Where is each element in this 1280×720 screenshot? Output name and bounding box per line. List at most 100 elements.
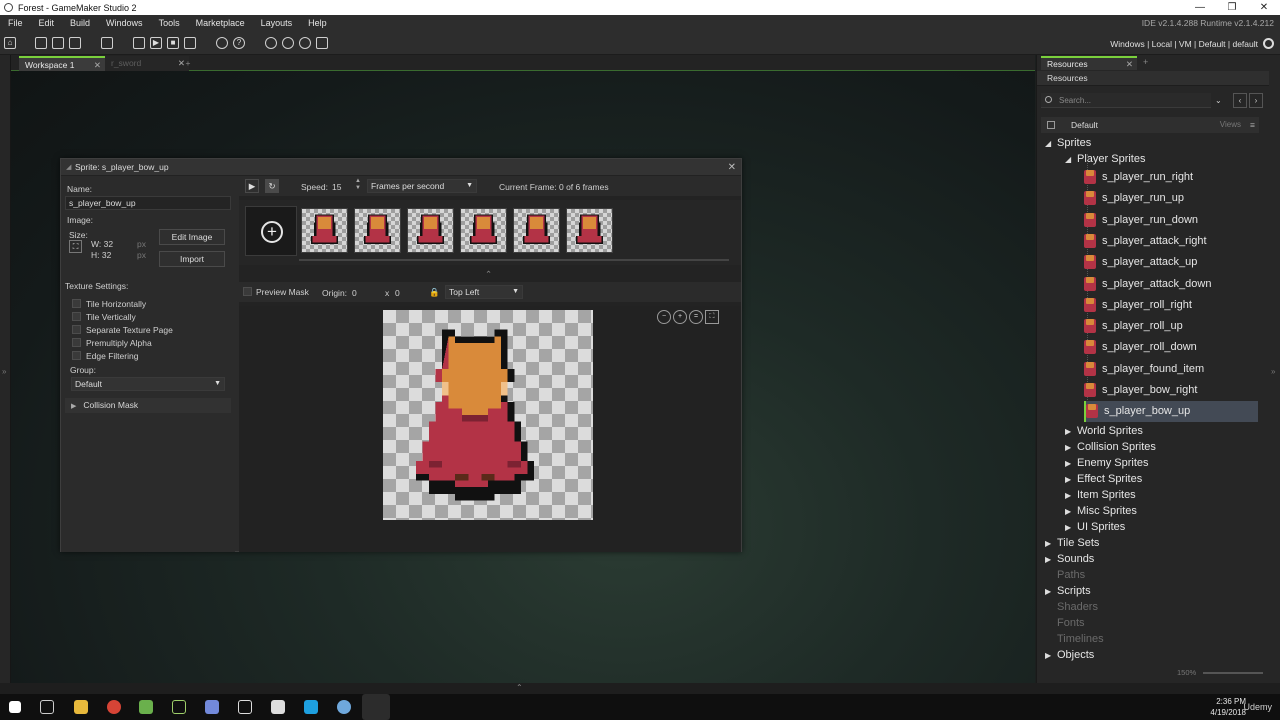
menu-layouts[interactable]: Layouts: [253, 15, 301, 32]
tree-top-level-folder[interactable]: ▶ Tile Sets: [1045, 535, 1099, 551]
resource-sprite-item[interactable]: s_player_roll_up: [1084, 316, 1258, 337]
separate-texture-page-checkbox[interactable]: [72, 325, 81, 334]
tree-top-level-folder[interactable]: Shaders: [1045, 599, 1098, 615]
tree-top-level-folder[interactable]: ▶ Sounds: [1045, 551, 1094, 567]
resource-sprite-item[interactable]: s_player_found_item: [1084, 359, 1258, 380]
target-crosshair-icon[interactable]: [1263, 38, 1274, 49]
close-editor-icon[interactable]: ✕: [728, 159, 736, 176]
zoom-out-icon[interactable]: −: [657, 310, 671, 324]
zoom-in-icon[interactable]: [282, 37, 294, 49]
chevron-down-icon[interactable]: ⌄: [1215, 96, 1222, 105]
tree-player-sprites[interactable]: ◢ Player Sprites: [1065, 151, 1145, 167]
expand-right-icon[interactable]: »: [1271, 367, 1275, 376]
tab-workspace-1[interactable]: Workspace 1 ✕: [19, 56, 105, 71]
speed-unit-select[interactable]: Frames per second ▼: [367, 179, 477, 193]
play-button[interactable]: ▶: [245, 179, 259, 193]
tree-top-level-folder[interactable]: Paths: [1045, 567, 1085, 583]
home-icon[interactable]: ⌂: [4, 37, 16, 49]
menu-edit[interactable]: Edit: [31, 15, 63, 32]
sprite-frame-thumbnail[interactable]: [513, 208, 560, 253]
app-icon-5[interactable]: [337, 700, 351, 714]
close-tab-icon[interactable]: ✕: [94, 58, 101, 73]
zoom-reset-icon[interactable]: [299, 37, 311, 49]
sprite-editor-title-bar[interactable]: ◢ Sprite: s_player_bow_up ✕: [61, 159, 741, 176]
resource-sprite-item[interactable]: s_player_run_right: [1084, 167, 1258, 188]
resource-sprite-item[interactable]: s_player_run_up: [1084, 188, 1258, 209]
settings-icon[interactable]: [216, 37, 228, 49]
create-executable-icon[interactable]: [101, 37, 113, 49]
tile-vertically-checkbox[interactable]: [72, 312, 81, 321]
stop-icon[interactable]: ■: [167, 37, 179, 49]
sprite-frame-thumbnail[interactable]: [460, 208, 507, 253]
zoom-slider[interactable]: [1203, 672, 1263, 674]
tree-sprite-group[interactable]: ▶ UI Sprites: [1065, 519, 1125, 535]
minimize-button[interactable]: —: [1184, 0, 1216, 15]
hamburger-menu-icon[interactable]: ≡: [1250, 117, 1255, 133]
sprite-frame-thumbnail[interactable]: [566, 208, 613, 253]
file-explorer-icon[interactable]: [74, 700, 88, 714]
forward-button[interactable]: ›: [1249, 93, 1263, 108]
zoom-out-icon[interactable]: [265, 37, 277, 49]
group-select[interactable]: Default ▼: [71, 377, 225, 391]
maximize-button[interactable]: ❐: [1216, 0, 1248, 15]
expand-left-icon[interactable]: »: [2, 367, 6, 376]
resize-icon[interactable]: ⛶: [69, 240, 82, 253]
resource-sprite-item[interactable]: s_player_roll_down: [1084, 337, 1258, 358]
origin-x-input[interactable]: 0: [352, 288, 357, 298]
resource-sprite-item[interactable]: s_player_attack_up: [1084, 252, 1258, 273]
run-icon[interactable]: ▶: [150, 37, 162, 49]
unity-icon[interactable]: [238, 700, 252, 714]
preview-mask-checkbox[interactable]: [243, 287, 252, 296]
app-icon-1[interactable]: [139, 700, 153, 714]
resource-sprite-item[interactable]: s_player_attack_down: [1084, 274, 1258, 295]
fit-icon[interactable]: [316, 37, 328, 49]
resource-sprite-item[interactable]: s_player_run_down: [1084, 210, 1258, 231]
resources-tab[interactable]: Resources ✕: [1041, 56, 1137, 70]
menu-windows[interactable]: Windows: [98, 15, 151, 32]
menu-marketplace[interactable]: Marketplace: [188, 15, 253, 32]
help-icon[interactable]: ?: [233, 37, 245, 49]
target-selector[interactable]: Windows | Local | VM | Default | default: [1110, 38, 1258, 50]
origin-preset-select[interactable]: Top Left ▼: [445, 285, 523, 299]
collision-mask-section[interactable]: ▶ Collision Mask: [65, 398, 231, 413]
resource-sprite-item[interactable]: s_player_roll_right: [1084, 295, 1258, 316]
resource-sprite-item[interactable]: s_player_attack_right: [1084, 231, 1258, 252]
tree-sprite-group[interactable]: ▶ Enemy Sprites: [1065, 455, 1149, 471]
sprite-editor-window[interactable]: ◢ Sprite: s_player_bow_up ✕ Name: s_play…: [60, 158, 742, 552]
discord-icon[interactable]: [205, 700, 219, 714]
tab-r-sword[interactable]: r_sword ✕: [105, 56, 189, 71]
menu-help[interactable]: Help: [300, 15, 335, 32]
back-button[interactable]: ‹: [1233, 93, 1247, 108]
tree-sprite-group[interactable]: ▶ World Sprites: [1065, 423, 1143, 439]
loop-button[interactable]: ↻: [265, 179, 279, 193]
close-tab-icon[interactable]: ✕: [1126, 58, 1133, 70]
open-project-icon[interactable]: [52, 37, 64, 49]
sprite-frame-thumbnail[interactable]: [354, 208, 401, 253]
bottom-dock-strip[interactable]: ⌃: [0, 683, 1280, 694]
tree-sprite-group[interactable]: ▶ Effect Sprites: [1065, 471, 1142, 487]
edge-filtering-checkbox[interactable]: [72, 351, 81, 360]
import-button[interactable]: Import: [159, 251, 225, 267]
tree-sprite-group[interactable]: ▶ Item Sprites: [1065, 487, 1136, 503]
origin-y-input[interactable]: 0: [395, 288, 400, 298]
resource-sprite-item[interactable]: s_player_bow_right: [1084, 380, 1258, 401]
workspace-area[interactable]: Workspace 1 ✕ r_sword ✕ + ◢ Sprite: s_pl…: [11, 55, 1035, 683]
add-workspace-button[interactable]: +: [181, 56, 195, 71]
tree-sprite-group[interactable]: ▶ Misc Sprites: [1065, 503, 1137, 519]
menu-file[interactable]: File: [0, 15, 31, 32]
speed-stepper-icon[interactable]: ▲ ▼: [355, 178, 361, 192]
zoom-in-icon[interactable]: +: [673, 310, 687, 324]
debug-icon[interactable]: [133, 37, 145, 49]
add-tab-icon[interactable]: +: [1143, 57, 1148, 67]
zoom-reset-icon[interactable]: =: [689, 310, 703, 324]
premultiply-alpha-checkbox[interactable]: [72, 338, 81, 347]
tree-top-level-folder[interactable]: ▶ Objects: [1045, 647, 1094, 663]
sprite-frame-thumbnail[interactable]: [301, 208, 348, 253]
tree-sprite-group[interactable]: ▶ Collision Sprites: [1065, 439, 1156, 455]
views-label[interactable]: Views: [1220, 117, 1241, 133]
collapse-triangle-icon[interactable]: ◢: [66, 159, 71, 176]
sprite-frame-thumbnail[interactable]: [407, 208, 454, 253]
tree-sprites[interactable]: ◢ Sprites: [1045, 135, 1091, 151]
chrome-icon[interactable]: [107, 700, 121, 714]
fit-screen-icon[interactable]: ⛶: [705, 310, 719, 324]
